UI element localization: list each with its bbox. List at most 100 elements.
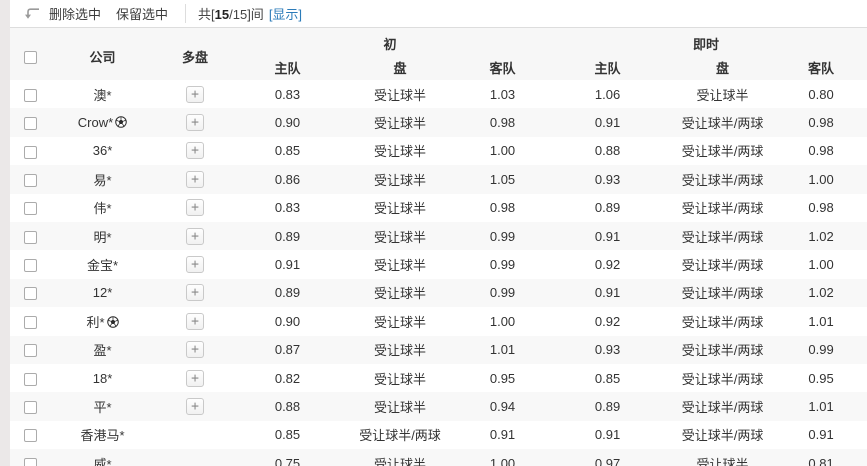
table-row: 利* + 0.90 受让球半 1.00 0.92 受让球半/两球 1.01 <box>10 307 867 335</box>
row-checkbox[interactable] <box>23 117 37 131</box>
live-handicap-line: 受让球半 <box>696 87 749 103</box>
live-away-odds: 1.00 <box>808 257 834 273</box>
expand-button[interactable]: + <box>186 227 204 245</box>
company-name: 盈* <box>93 343 112 359</box>
expand-button[interactable]: + <box>186 199 204 217</box>
row-checkbox[interactable] <box>23 173 37 187</box>
live-home-odds: 0.91 <box>594 115 621 131</box>
live-home-odds: 0.91 <box>594 228 621 244</box>
init-handicap-line: 受让球半 <box>373 116 426 132</box>
init-away-odds: 0.99 <box>489 257 516 273</box>
row-checkbox[interactable] <box>23 230 37 244</box>
header-live-away: 客队 <box>808 60 835 76</box>
header-init-away: 客队 <box>489 60 516 76</box>
row-checkbox[interactable] <box>23 401 37 415</box>
table-row: 伟* + 0.83 受让球半 0.98 0.89 受让球半/两球 0.98 <box>10 194 867 222</box>
init-home-odds: 0.82 <box>274 370 301 386</box>
table-row: Crow* + 0.90 受让球半 0.98 0.91 受让球半/两球 0.98 <box>10 108 867 137</box>
init-home-odds: 0.83 <box>274 200 301 216</box>
header-init-home: 主队 <box>274 60 301 76</box>
expand-button[interactable]: + <box>186 341 204 359</box>
row-checkbox[interactable] <box>23 88 37 102</box>
expand-button[interactable]: + <box>186 85 204 103</box>
init-home-odds: 0.83 <box>274 86 301 102</box>
live-home-odds: 0.92 <box>594 257 621 273</box>
live-home-odds: 0.93 <box>594 342 621 358</box>
company-name: 利* <box>86 314 105 330</box>
row-checkbox[interactable] <box>23 145 37 159</box>
init-home-odds: 0.87 <box>274 342 301 358</box>
odds-table: 公司 多盘 初 即时 主队 盘 客队 主队 盘 客队 澳* + 0.83 受让球… <box>10 28 867 466</box>
row-checkbox[interactable] <box>23 259 37 273</box>
init-away-odds: 1.00 <box>489 313 516 329</box>
toolbar-divider <box>185 4 187 23</box>
row-checkbox[interactable] <box>23 202 37 216</box>
init-away-odds: 0.99 <box>489 285 516 301</box>
live-away-odds: 1.01 <box>808 398 834 414</box>
table-row: 盈* + 0.87 受让球半 1.01 0.93 受让球半/两球 0.99 <box>10 335 867 364</box>
live-away-odds: 1.01 <box>808 313 834 329</box>
live-home-odds: 0.97 <box>594 455 621 466</box>
return-arrow-icon <box>23 6 40 21</box>
live-handicap-line: 受让球半/两球 <box>681 286 764 302</box>
company-name: 伟* <box>93 201 112 217</box>
live-home-odds: 0.88 <box>594 143 621 159</box>
live-away-odds: 0.95 <box>808 370 834 386</box>
table-row: 12* + 0.89 受让球半 0.99 0.91 受让球半/两球 1.02 <box>10 278 867 308</box>
live-handicap-line: 受让球半/两球 <box>681 428 764 444</box>
live-handicap-line: 受让球半/两球 <box>681 399 764 415</box>
row-checkbox[interactable] <box>23 457 37 466</box>
header-multi: 多盘 <box>181 49 208 65</box>
init-handicap-line: 受让球半 <box>373 314 426 330</box>
soccer-ball-icon <box>106 316 119 331</box>
row-checkbox[interactable] <box>23 429 37 443</box>
live-away-odds: 0.98 <box>808 143 834 159</box>
expand-button[interactable]: + <box>186 312 204 330</box>
live-home-odds: 0.92 <box>594 313 621 329</box>
row-checkbox[interactable] <box>23 372 37 386</box>
init-handicap-line: 受让球半 <box>373 286 426 302</box>
expand-button[interactable]: + <box>186 170 204 188</box>
table-row: 18* + 0.82 受让球半 0.95 0.85 受让球半/两球 0.95 <box>10 364 867 392</box>
init-handicap-line: 受让球半 <box>373 456 426 466</box>
init-handicap-line: 受让球半 <box>373 144 426 160</box>
live-away-odds: 0.98 <box>808 115 834 131</box>
table-row: 明* + 0.89 受让球半 0.99 0.91 受让球半/两球 1.02 <box>10 221 867 251</box>
init-handicap-line: 受让球半 <box>373 172 426 188</box>
header-company: 公司 <box>89 49 116 65</box>
toolbar: 删除选中 保留选中 共[15/15]间 [显示] <box>10 0 867 28</box>
delete-selected-button[interactable]: 删除选中 <box>49 4 101 23</box>
company-name: 香港马* <box>80 428 125 444</box>
show-link[interactable]: [显示] <box>269 4 302 23</box>
live-handicap-line: 受让球半/两球 <box>681 314 764 330</box>
expand-button[interactable]: + <box>186 256 204 274</box>
table-row: 威* 0.75 受让球半 1.00 0.97 受让球半 0.81 <box>10 449 867 466</box>
live-away-odds: 0.80 <box>808 86 834 102</box>
table-row: 平* + 0.88 受让球半 0.94 0.89 受让球半/两球 1.01 <box>10 392 867 421</box>
row-checkbox[interactable] <box>23 344 37 358</box>
init-away-odds: 0.99 <box>489 228 516 244</box>
init-home-odds: 0.85 <box>274 427 301 443</box>
expand-button[interactable]: + <box>186 114 204 132</box>
init-away-odds: 0.98 <box>489 115 516 131</box>
init-home-odds: 0.89 <box>274 285 301 301</box>
expand-button[interactable]: + <box>186 142 204 160</box>
init-handicap-line: 受让球半 <box>373 201 426 217</box>
select-all-checkbox[interactable] <box>23 50 37 64</box>
table-row: 香港马* 0.85 受让球半/两球 0.91 0.91 受让球半/两球 0.91 <box>10 421 867 449</box>
keep-selected-button[interactable]: 保留选中 <box>116 4 168 23</box>
init-away-odds: 0.98 <box>489 200 516 216</box>
company-name: 36* <box>92 143 113 159</box>
row-checkbox[interactable] <box>23 287 37 301</box>
init-home-odds: 0.89 <box>274 228 301 244</box>
expand-button[interactable]: + <box>186 369 204 387</box>
expand-button[interactable]: + <box>186 397 204 415</box>
init-home-odds: 0.75 <box>274 455 301 466</box>
expand-button[interactable]: + <box>186 284 204 302</box>
live-away-odds: 0.91 <box>808 427 834 443</box>
row-checkbox[interactable] <box>23 315 37 329</box>
live-away-odds: 1.02 <box>808 285 834 301</box>
left-edge-strip <box>0 0 10 466</box>
init-handicap-line: 受让球半 <box>373 399 426 415</box>
init-away-odds: 1.05 <box>489 171 516 187</box>
